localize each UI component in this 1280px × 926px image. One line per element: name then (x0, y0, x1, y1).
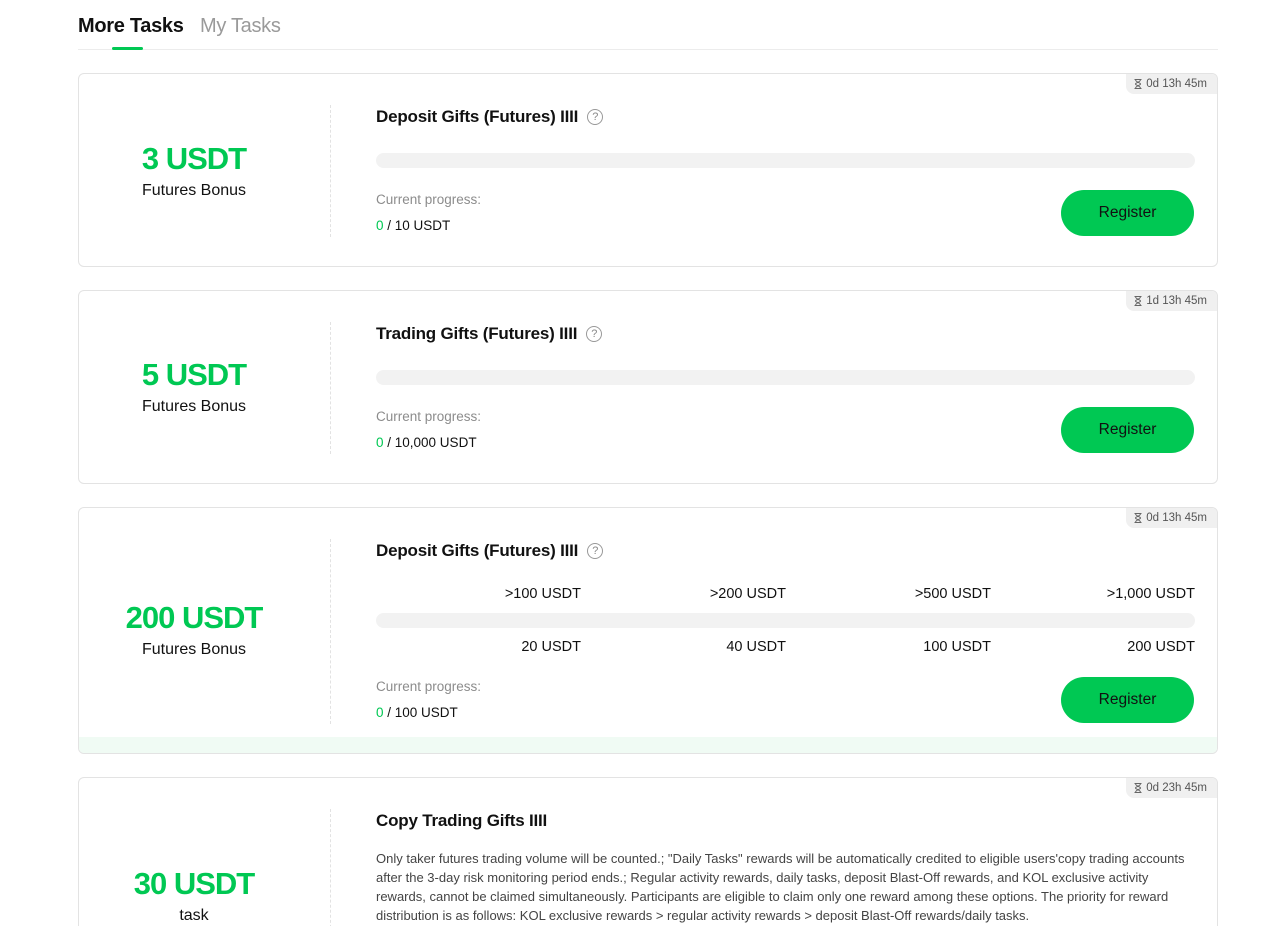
help-icon[interactable]: ? (587, 543, 604, 559)
task-card: 1d 13h 45m 5 USDT Futures Bonus Trading … (78, 290, 1218, 484)
reward-block: 200 USDT Futures Bonus (79, 601, 309, 659)
hourglass-icon (1134, 513, 1142, 523)
tier-reward: 20 USDT (521, 639, 581, 655)
progress-target: / 10,000 USDT (383, 435, 477, 450)
task-card: 0d 23h 45m 30 USDT task Copy Trading Gif… (78, 777, 1218, 926)
timer-text: 1d 13h 45m (1146, 295, 1207, 307)
card-divider (330, 809, 331, 926)
timer-text: 0d 13h 45m (1146, 512, 1207, 524)
tier-threshold: >200 USDT (709, 586, 786, 602)
countdown-timer: 1d 13h 45m (1126, 291, 1217, 311)
reward-amount: 5 USDT (141, 357, 247, 392)
reward-amount: 200 USDT (125, 600, 264, 635)
reward-block: 30 USDT task (79, 867, 309, 925)
tier-threshold: >1,000 USDT (1106, 586, 1195, 602)
card-divider (330, 539, 331, 724)
tier-reward: 100 USDT (923, 639, 991, 655)
task-title: Deposit Gifts (Futures) IIII ? (376, 541, 604, 561)
task-card: 0d 13h 45m 200 USDT Futures Bonus Deposi… (78, 507, 1218, 754)
reward-amount: 30 USDT (133, 866, 255, 901)
tab-more-tasks[interactable]: More Tasks (78, 15, 184, 38)
progress-bar (376, 153, 1195, 168)
progress-label: Current progress: (376, 409, 482, 424)
register-button[interactable]: Register (1061, 407, 1194, 453)
reward-label: Futures Bonus (141, 182, 247, 199)
tier-reward: 200 USDT (1127, 639, 1195, 655)
task-tabs: More Tasks My Tasks (78, 0, 1218, 50)
help-icon[interactable]: ? (586, 326, 603, 342)
task-card: 0d 13h 45m 3 USDT Futures Bonus Deposit … (78, 73, 1218, 267)
task-title-text: Deposit Gifts (Futures) IIII (376, 541, 579, 560)
reward-block: 3 USDT Futures Bonus (79, 142, 309, 200)
task-title: Deposit Gifts (Futures) IIII ? (376, 107, 604, 127)
progress-label: Current progress: (376, 679, 482, 694)
help-icon[interactable]: ? (587, 109, 604, 125)
task-description: Only taker futures trading volume will b… (376, 851, 1185, 923)
tier-threshold: >500 USDT (914, 586, 991, 602)
hourglass-icon (1134, 296, 1142, 306)
reward-block: 5 USDT Futures Bonus (79, 358, 309, 416)
reward-label: Futures Bonus (141, 641, 247, 658)
hourglass-icon (1134, 79, 1142, 89)
card-footer-strip (79, 737, 1217, 753)
progress-value: 0 / 10 USDT (376, 218, 450, 233)
reward-label: Futures Bonus (141, 398, 247, 415)
tier-reward: 40 USDT (726, 639, 786, 655)
tier-threshold: >100 USDT (504, 586, 581, 602)
timer-text: 0d 13h 45m (1146, 78, 1207, 90)
progress-bar (376, 370, 1195, 385)
countdown-timer: 0d 23h 45m (1126, 778, 1217, 798)
task-title-text: Deposit Gifts (Futures) IIII (376, 107, 579, 126)
task-title-text: Copy Trading Gifts IIII (376, 811, 548, 830)
task-title-text: Trading Gifts (Futures) IIII (376, 324, 578, 343)
progress-current: 0 (376, 435, 384, 450)
timer-text: 0d 23h 45m (1146, 782, 1207, 794)
countdown-timer: 0d 13h 45m (1126, 508, 1217, 528)
active-tab-indicator (112, 47, 143, 50)
progress-label: Current progress: (376, 192, 482, 207)
countdown-timer: 0d 13h 45m (1126, 74, 1217, 94)
progress-target: / 100 USDT (383, 705, 458, 720)
progress-current: 0 (376, 218, 384, 233)
register-button[interactable]: Register (1061, 677, 1194, 723)
card-divider (330, 322, 331, 454)
progress-target: / 10 USDT (383, 218, 451, 233)
card-divider (330, 105, 331, 237)
progress-current: 0 (376, 705, 384, 720)
progress-value: 0 / 100 USDT (376, 705, 458, 720)
reward-amount: 3 USDT (141, 141, 247, 176)
task-title: Trading Gifts (Futures) IIII ? (376, 324, 603, 344)
tab-my-tasks[interactable]: My Tasks (200, 15, 281, 38)
reward-label: task (179, 907, 209, 924)
task-title: Copy Trading Gifts IIII (376, 811, 547, 831)
hourglass-icon (1134, 783, 1142, 793)
register-button[interactable]: Register (1061, 190, 1194, 236)
progress-bar (376, 613, 1195, 628)
progress-value: 0 / 10,000 USDT (376, 435, 477, 450)
